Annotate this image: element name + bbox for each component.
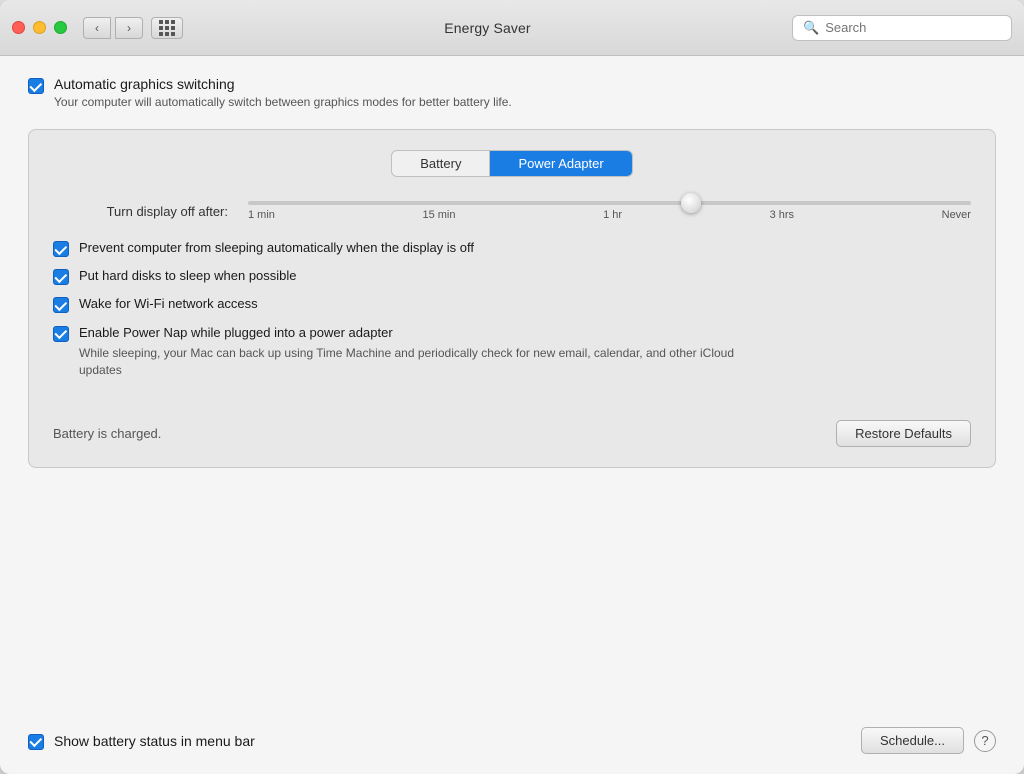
- tick-1hr: 1 hr: [603, 209, 622, 221]
- tick-never: Never: [942, 209, 971, 221]
- bottom-right: Schedule... ?: [861, 727, 996, 754]
- slider-label: Turn display off after:: [53, 204, 228, 219]
- auto-graphics-checkbox[interactable]: [28, 78, 44, 94]
- forward-button[interactable]: ›: [115, 17, 143, 39]
- hard-disks-label: Put hard disks to sleep when possible: [79, 267, 297, 285]
- slider-wrapper: 1 min 15 min 1 hr 3 hrs Never: [248, 201, 971, 221]
- tick-3hrs: 3 hrs: [770, 209, 794, 221]
- battery-status: Battery is charged.: [53, 426, 161, 441]
- restore-defaults-button[interactable]: Restore Defaults: [836, 420, 971, 447]
- back-button[interactable]: ‹: [83, 17, 111, 39]
- panel-footer: Battery is charged. Restore Defaults: [53, 408, 971, 447]
- auto-graphics-text: Automatic graphics switching Your comput…: [54, 76, 512, 109]
- tick-labels: 1 min 15 min 1 hr 3 hrs Never: [248, 209, 971, 221]
- hard-disks-text: Put hard disks to sleep when possible: [79, 267, 297, 285]
- prevent-sleep-checkbox[interactable]: [53, 241, 69, 257]
- tab-panel: Battery Power Adapter Turn display off a…: [28, 129, 996, 468]
- power-nap-checkbox[interactable]: [53, 326, 69, 342]
- show-battery-label: Show battery status in menu bar: [54, 733, 255, 749]
- app-grid-button[interactable]: [151, 17, 183, 39]
- wifi-text: Wake for Wi-Fi network access: [79, 295, 258, 313]
- traffic-lights: [12, 21, 67, 34]
- main-content: Automatic graphics switching Your comput…: [0, 56, 1024, 711]
- checkboxes-section: Prevent computer from sleeping automatic…: [53, 239, 971, 378]
- prevent-sleep-text: Prevent computer from sleeping automatic…: [79, 239, 474, 257]
- tick-15min: 15 min: [422, 209, 455, 221]
- show-battery-row: Show battery status in menu bar: [28, 732, 255, 750]
- slider-row: Turn display off after: 1 min 15 min 1 h…: [53, 201, 971, 221]
- maximize-button[interactable]: [54, 21, 67, 34]
- help-button[interactable]: ?: [974, 730, 996, 752]
- nav-buttons: ‹ ›: [83, 17, 143, 39]
- search-icon: 🔍: [803, 20, 819, 36]
- wifi-checkbox[interactable]: [53, 297, 69, 313]
- search-input[interactable]: [825, 20, 1001, 35]
- checkbox-row-power-nap: Enable Power Nap while plugged into a po…: [53, 324, 971, 379]
- auto-graphics-title: Automatic graphics switching: [54, 76, 512, 92]
- schedule-button[interactable]: Schedule...: [861, 727, 964, 754]
- tab-battery[interactable]: Battery: [392, 151, 490, 176]
- power-nap-label: Enable Power Nap while plugged into a po…: [79, 324, 779, 342]
- grid-icon: [159, 20, 175, 36]
- search-box[interactable]: 🔍: [792, 15, 1012, 41]
- window-title: Energy Saver: [183, 20, 792, 36]
- auto-graphics-row: Automatic graphics switching Your comput…: [28, 76, 996, 109]
- show-battery-checkbox[interactable]: [28, 734, 44, 750]
- auto-graphics-description: Your computer will automatically switch …: [54, 95, 512, 109]
- close-button[interactable]: [12, 21, 25, 34]
- tab-power-adapter[interactable]: Power Adapter: [490, 151, 631, 176]
- checkbox-row-hard-disks: Put hard disks to sleep when possible: [53, 267, 971, 285]
- display-off-slider[interactable]: [248, 201, 971, 205]
- tick-1min: 1 min: [248, 209, 275, 221]
- checkbox-row-wifi: Wake for Wi-Fi network access: [53, 295, 971, 313]
- titlebar: ‹ › Energy Saver 🔍: [0, 0, 1024, 56]
- hard-disks-checkbox[interactable]: [53, 269, 69, 285]
- minimize-button[interactable]: [33, 21, 46, 34]
- bottom-bar: Show battery status in menu bar Schedule…: [0, 711, 1024, 774]
- checkbox-row-prevent-sleep: Prevent computer from sleeping automatic…: [53, 239, 971, 257]
- power-nap-sub: While sleeping, your Mac can back up usi…: [79, 345, 779, 379]
- tab-group: Battery Power Adapter: [391, 150, 632, 177]
- power-nap-text: Enable Power Nap while plugged into a po…: [79, 324, 779, 379]
- prevent-sleep-label: Prevent computer from sleeping automatic…: [79, 239, 474, 257]
- tab-buttons: Battery Power Adapter: [53, 150, 971, 177]
- wifi-label: Wake for Wi-Fi network access: [79, 295, 258, 313]
- window: ‹ › Energy Saver 🔍 Automatic graphics sw…: [0, 0, 1024, 774]
